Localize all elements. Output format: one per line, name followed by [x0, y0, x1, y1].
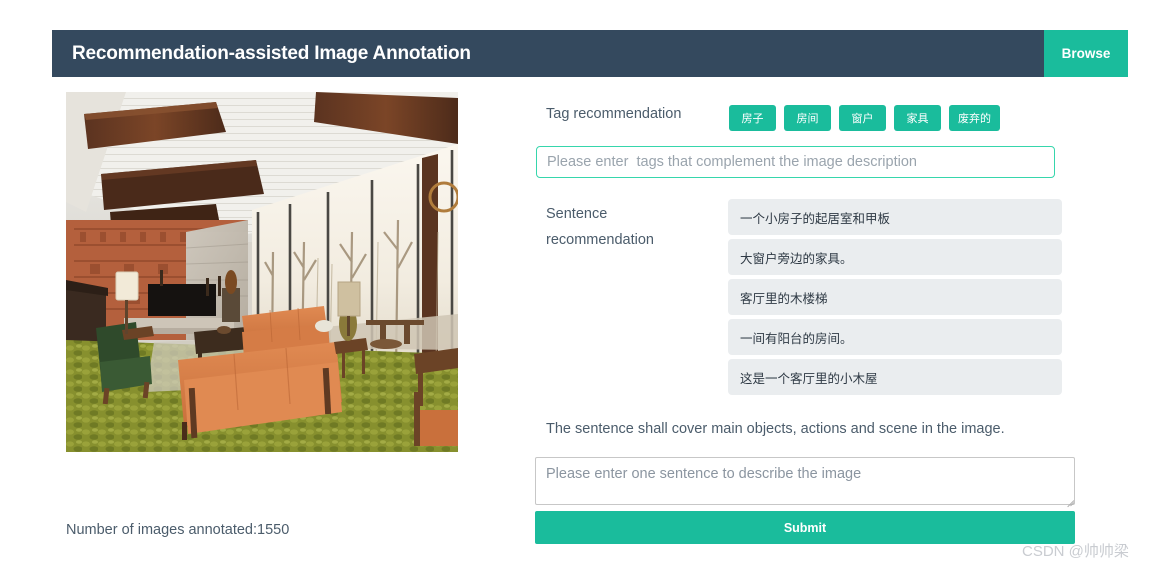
app-root: Recommendation-assisted Image Annotation…	[0, 0, 1169, 569]
list-item[interactable]: 一个小房子的起居室和甲板	[728, 199, 1062, 235]
page-title: Recommendation-assisted Image Annotation	[72, 42, 471, 64]
app-header: Recommendation-assisted Image Annotation…	[52, 30, 1128, 77]
tag-chip[interactable]: 房间	[784, 105, 831, 131]
tag-chip[interactable]: 房子	[729, 105, 776, 131]
tag-chip[interactable]: 家具	[894, 105, 941, 131]
submit-button[interactable]: Submit	[535, 511, 1075, 544]
browse-button[interactable]: Browse	[1044, 30, 1128, 77]
annotation-image	[66, 92, 458, 452]
tag-input[interactable]	[536, 146, 1055, 178]
list-item[interactable]: 这是一个客厅里的小木屋	[728, 359, 1062, 395]
annotated-count: Number of images annotated:1550	[66, 522, 290, 538]
sentence-recommendation-label: Sentence recommendation	[546, 206, 654, 248]
sentence-hint: The sentence shall cover main objects, a…	[546, 421, 1005, 437]
list-item[interactable]: 大窗户旁边的家具。	[728, 239, 1062, 275]
sentence-recommendation-list: 一个小房子的起居室和甲板 大窗户旁边的家具。 客厅里的木楼梯 一间有阳台的房间。…	[728, 199, 1062, 395]
sentence-input[interactable]	[535, 457, 1075, 505]
tag-recommendation-chips: 房子 房间 窗户 家具 废弃的	[729, 105, 1000, 131]
living-room-photo	[66, 92, 458, 452]
list-item[interactable]: 客厅里的木楼梯	[728, 279, 1062, 315]
tag-chip[interactable]: 窗户	[839, 105, 886, 131]
watermark: CSDN @帅帅梁	[1022, 543, 1129, 560]
tag-chip[interactable]: 废弃的	[949, 105, 1000, 131]
tag-recommendation-label: Tag recommendation	[546, 106, 682, 122]
list-item[interactable]: 一间有阳台的房间。	[728, 319, 1062, 355]
